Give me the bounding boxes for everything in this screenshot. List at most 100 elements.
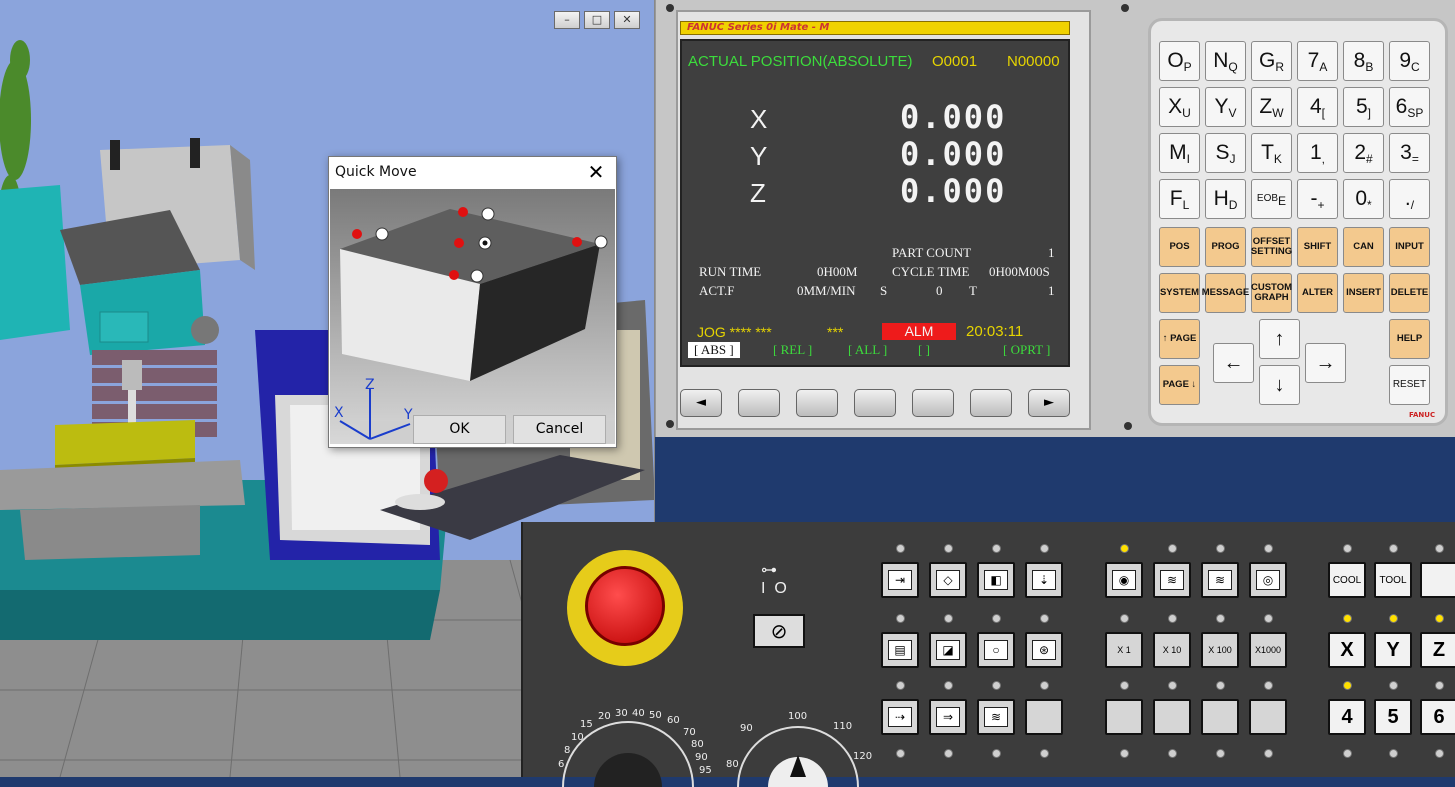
jog-step-2[interactable]: X 100 xyxy=(1201,632,1239,668)
mode-key-1-3[interactable]: ⊛ xyxy=(1025,632,1063,668)
minimize-button[interactable]: – xyxy=(554,11,580,29)
mdi-key--[interactable]: -+ xyxy=(1297,179,1338,219)
blank-key[interactable] xyxy=(1105,699,1143,735)
mdi-key-s[interactable]: SJ xyxy=(1205,133,1246,173)
workpiece-preview[interactable]: Z X Y OK Cancel xyxy=(330,189,615,444)
num-key-6[interactable]: 6 xyxy=(1420,699,1455,735)
blank-key[interactable] xyxy=(1153,699,1191,735)
cycle-key-3[interactable]: ◎ xyxy=(1249,562,1287,598)
mdi-key-o[interactable]: OP xyxy=(1159,41,1200,81)
jog-step-3[interactable]: X1000 xyxy=(1249,632,1287,668)
function-key-can[interactable]: CAN xyxy=(1343,227,1384,267)
mdi-key-f[interactable]: FL xyxy=(1159,179,1200,219)
function-key-message[interactable]: MESSAGE xyxy=(1202,273,1249,313)
cursor-up-button[interactable]: ↑ xyxy=(1259,319,1300,359)
mode-key-0-2[interactable]: ◧ xyxy=(977,562,1015,598)
mdi-key-3[interactable]: 3= xyxy=(1389,133,1430,173)
blank-key[interactable] xyxy=(1249,699,1287,735)
mdi-key-eob[interactable]: EOBE xyxy=(1251,179,1292,219)
function-key-insert[interactable]: INSERT xyxy=(1343,273,1384,313)
axis-key-y[interactable]: Y xyxy=(1374,632,1412,668)
mode-key-1-1[interactable]: ◪ xyxy=(929,632,967,668)
close-icon[interactable]: ✕ xyxy=(584,160,608,184)
cycle-key-0[interactable]: ◉ xyxy=(1105,562,1143,598)
page-down-button[interactable]: PAGE ↓ xyxy=(1159,365,1200,405)
axis-key-x[interactable]: X xyxy=(1328,632,1366,668)
function-key-shift[interactable]: SHIFT xyxy=(1297,227,1338,267)
mode-key-2-1[interactable]: ⇒ xyxy=(929,699,967,735)
function-key-prog[interactable]: PROG xyxy=(1205,227,1246,267)
mdi-key-y[interactable]: YV xyxy=(1205,87,1246,127)
mdi-key-5[interactable]: 5] xyxy=(1343,87,1384,127)
mdi-key-z[interactable]: ZW xyxy=(1251,87,1292,127)
mode-key-0-3[interactable]: ⇣ xyxy=(1025,562,1063,598)
mdi-key-9[interactable]: 9C xyxy=(1389,41,1430,81)
soft-menu-item[interactable]: [ ALL ] xyxy=(848,342,887,358)
reset-button[interactable]: RESET xyxy=(1389,365,1430,405)
cursor-left-button[interactable]: ← xyxy=(1213,343,1254,383)
soft-key-4[interactable] xyxy=(854,389,896,417)
close-button[interactable]: ✕ xyxy=(614,11,640,29)
mode-key-2-2[interactable]: ≋ xyxy=(977,699,1015,735)
soft-key-6[interactable] xyxy=(970,389,1012,417)
blank-key[interactable] xyxy=(1420,562,1455,598)
key-cool[interactable]: COOL xyxy=(1328,562,1366,598)
mdi-key-.[interactable]: ./ xyxy=(1389,179,1430,219)
mode-key-2-3[interactable] xyxy=(1025,699,1063,735)
mdi-key-4[interactable]: 4[ xyxy=(1297,87,1338,127)
axis-key-z[interactable]: Z xyxy=(1420,632,1455,668)
cursor-down-button[interactable]: ↓ xyxy=(1259,365,1300,405)
soft-key-7[interactable]: ► xyxy=(1028,389,1070,417)
soft-key-1[interactable]: ◄ xyxy=(680,389,722,417)
soft-key-3[interactable] xyxy=(796,389,838,417)
maximize-button[interactable]: □ xyxy=(584,11,610,29)
mdi-key-t[interactable]: TK xyxy=(1251,133,1292,173)
function-key-alter[interactable]: ALTER xyxy=(1297,273,1338,313)
mode-key-2-0[interactable]: ⇢ xyxy=(881,699,919,735)
mdi-key-7[interactable]: 7A xyxy=(1297,41,1338,81)
key-switch[interactable]: ⊘ xyxy=(753,614,805,648)
soft-menu-item[interactable]: [ ABS ] xyxy=(688,342,740,358)
jog-step-1[interactable]: X 10 xyxy=(1153,632,1191,668)
function-key-offset-setting[interactable]: OFFSET SETTING xyxy=(1251,227,1292,267)
soft-menu-item[interactable]: [ OPRT ] xyxy=(1003,342,1050,358)
soft-key-2[interactable] xyxy=(738,389,780,417)
mdi-key-g[interactable]: GR xyxy=(1251,41,1292,81)
num-key-5[interactable]: 5 xyxy=(1374,699,1412,735)
cursor-right-button[interactable]: → xyxy=(1305,343,1346,383)
feed-override-dial[interactable]: 80 90 100 110 120 xyxy=(718,707,878,787)
soft-menu-item[interactable]: [ REL ] xyxy=(773,342,812,358)
soft-key-5[interactable] xyxy=(912,389,954,417)
mode-key-1-0[interactable]: ▤ xyxy=(881,632,919,668)
mdi-key-8[interactable]: 8B xyxy=(1343,41,1384,81)
jog-step-0[interactable]: X 1 xyxy=(1105,632,1143,668)
mdi-key-0[interactable]: 0* xyxy=(1343,179,1384,219)
function-key-input[interactable]: INPUT xyxy=(1389,227,1430,267)
emergency-stop-button[interactable] xyxy=(585,566,665,646)
mdi-key-1[interactable]: 1, xyxy=(1297,133,1338,173)
mdi-key-h[interactable]: HD xyxy=(1205,179,1246,219)
help-button[interactable]: HELP xyxy=(1389,319,1430,359)
mode-key-1-2[interactable]: ○ xyxy=(977,632,1015,668)
mode-key-0-0[interactable]: ⇥ xyxy=(881,562,919,598)
blank-key[interactable] xyxy=(1201,699,1239,735)
cancel-button[interactable]: Cancel xyxy=(513,415,606,444)
mdi-key-x[interactable]: XU xyxy=(1159,87,1200,127)
cycle-key-1[interactable]: ≋ xyxy=(1153,562,1191,598)
function-key-pos[interactable]: POS xyxy=(1159,227,1200,267)
mdi-key-2[interactable]: 2# xyxy=(1343,133,1384,173)
function-key-delete[interactable]: DELETE xyxy=(1389,273,1430,313)
function-key-system[interactable]: SYSTEM xyxy=(1159,273,1200,313)
function-key-custom-graph[interactable]: CUSTOM GRAPH xyxy=(1251,273,1292,313)
soft-menu-item[interactable]: [ ] xyxy=(918,342,930,358)
spindle-override-dial[interactable]: 20 30 40 50 607080 90 95 15 1086 xyxy=(543,707,713,787)
mdi-key-6[interactable]: 6SP xyxy=(1389,87,1430,127)
mdi-key-n[interactable]: NQ xyxy=(1205,41,1246,81)
ok-button[interactable]: OK xyxy=(413,415,506,444)
mode-key-0-1[interactable]: ◇ xyxy=(929,562,967,598)
num-key-4[interactable]: 4 xyxy=(1328,699,1366,735)
mdi-key-m[interactable]: MI xyxy=(1159,133,1200,173)
key-tool[interactable]: TOOL xyxy=(1374,562,1412,598)
page-up-button[interactable]: ↑ PAGE xyxy=(1159,319,1200,359)
cycle-key-2[interactable]: ≋ xyxy=(1201,562,1239,598)
